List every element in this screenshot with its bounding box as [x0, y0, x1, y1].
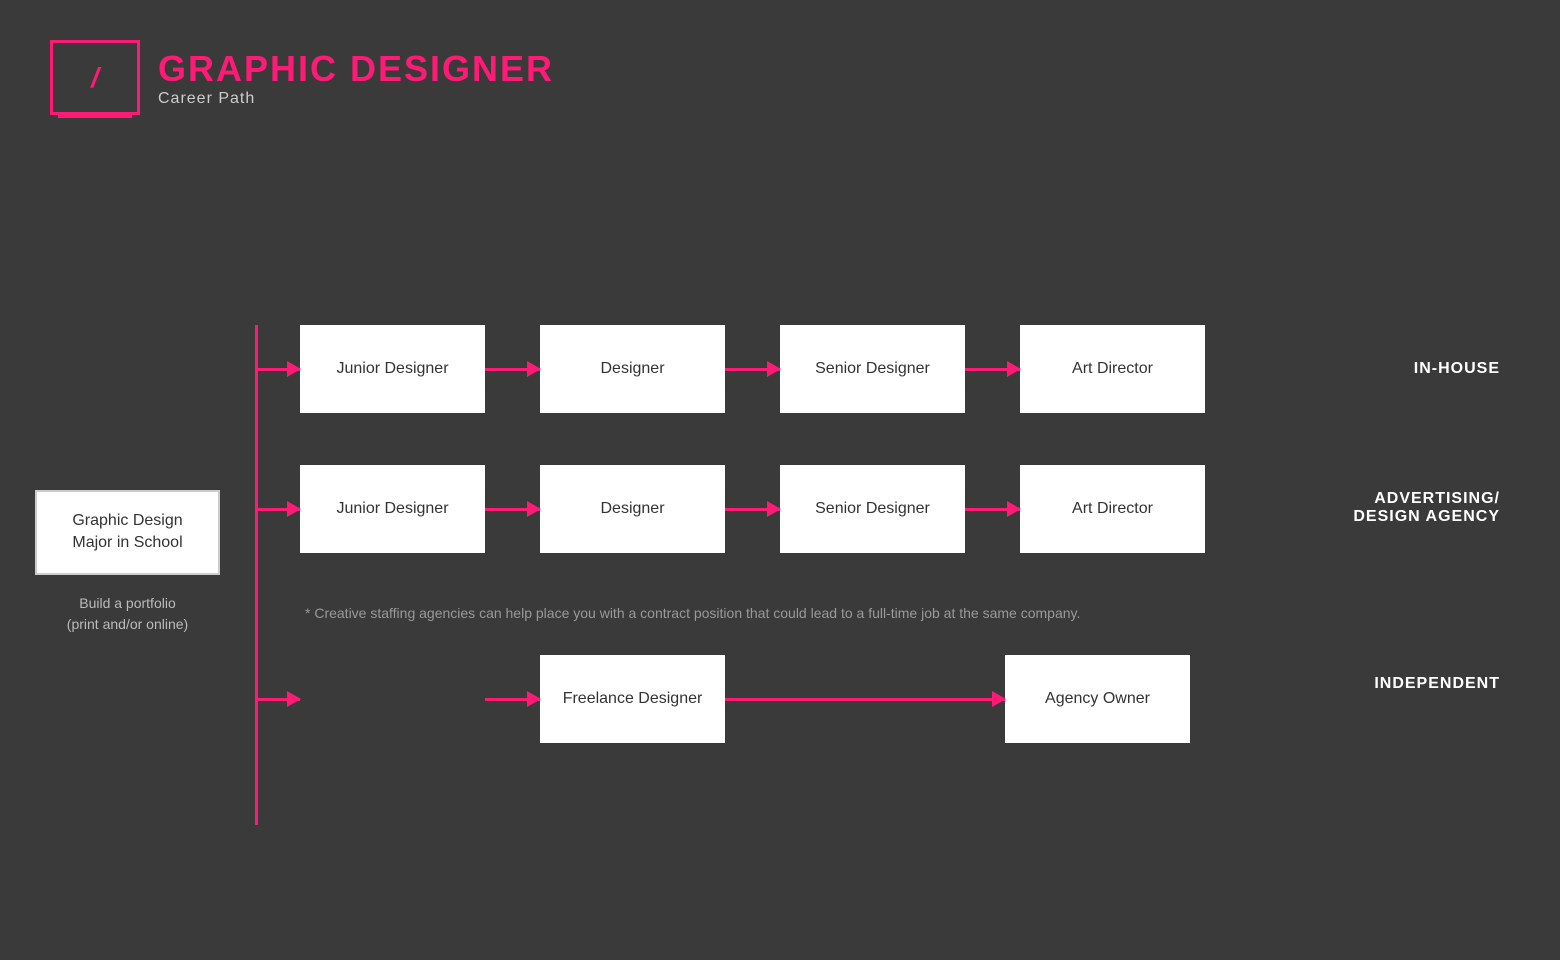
arrow-to-freelance: [485, 698, 540, 701]
note-text: * Creative staffing agencies can help pl…: [305, 605, 1080, 621]
branch-arrow-adv: [255, 508, 300, 511]
arrow-1-inhouse: [485, 368, 540, 371]
row-inhouse: Junior Designer Designer Senior Designer…: [255, 325, 1205, 413]
arrow-2-inhouse: [725, 368, 780, 371]
arrow-2-adv: [725, 508, 780, 511]
career-box-freelance: Freelance Designer: [540, 655, 725, 743]
row-independent: Freelance Designer Agency Owner: [255, 655, 1190, 743]
label-inhouse: IN-HOUSE: [1414, 360, 1500, 378]
label-independent: INDEPENDENT: [1374, 675, 1500, 693]
career-box-junior-inhouse: Junior Designer: [300, 325, 485, 413]
logo-icon: /: [91, 62, 99, 94]
label-advertising: ADVERTISING/DESIGN AGENCY: [1353, 490, 1500, 526]
branch-arrow-inhouse: [255, 368, 300, 371]
career-box-designer-inhouse: Designer: [540, 325, 725, 413]
header-subtitle: Career Path: [158, 90, 554, 108]
header-text: GRAPHIC DESIGNER Career Path: [158, 48, 554, 108]
logo-box: /: [50, 40, 140, 115]
arrow-3-inhouse: [965, 368, 1020, 371]
start-node: Graphic DesignMajor in School Build a po…: [35, 490, 220, 635]
arrow-freelance-to-agency: [725, 698, 1005, 701]
career-box-junior-adv: Junior Designer: [300, 465, 485, 553]
arrow-1-adv: [485, 508, 540, 511]
start-box: Graphic DesignMajor in School: [35, 490, 220, 575]
career-box-agency-owner: Agency Owner: [1005, 655, 1190, 743]
diagram: Graphic DesignMajor in School Build a po…: [0, 160, 1560, 960]
career-box-artdir-inhouse: Art Director: [1020, 325, 1205, 413]
row-advertising: Junior Designer Designer Senior Designer…: [255, 465, 1205, 553]
career-box-senior-adv: Senior Designer: [780, 465, 965, 553]
header: / GRAPHIC DESIGNER Career Path: [50, 40, 554, 115]
arrow-3-adv: [965, 508, 1020, 511]
branch-arrow-indep: [255, 698, 300, 701]
career-box-senior-inhouse: Senior Designer: [780, 325, 965, 413]
start-subtext: Build a portfolio(print and/or online): [35, 593, 220, 635]
header-title: GRAPHIC DESIGNER: [158, 48, 554, 90]
career-box-designer-adv: Designer: [540, 465, 725, 553]
career-box-artdir-adv: Art Director: [1020, 465, 1205, 553]
